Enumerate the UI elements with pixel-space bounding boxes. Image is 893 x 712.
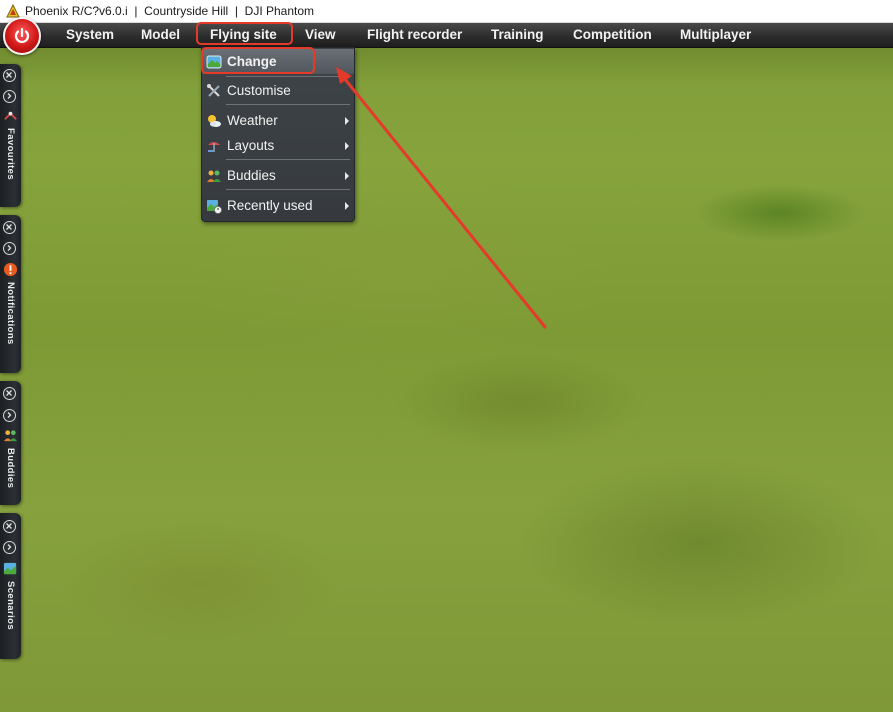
side-panel-favourites[interactable]: Favourites [0, 64, 21, 207]
dropdown-item-customise[interactable]: Customise [202, 78, 354, 103]
submenu-arrow-icon [345, 142, 349, 150]
expand-arrow-icon[interactable] [3, 90, 16, 103]
close-icon[interactable] [3, 69, 16, 82]
dropdown-item-recently-used[interactable]: Recently used [202, 193, 354, 218]
submenu-arrow-icon [345, 172, 349, 180]
dropdown-separator [226, 76, 350, 77]
dropdown-item-weather[interactable]: Weather [202, 108, 354, 133]
dropdown-separator [226, 189, 350, 190]
window-title-bar: Phoenix R/C?v6.0.i | Countryside Hill | … [0, 0, 893, 23]
dropdown-separator [226, 104, 350, 105]
menu-multiplayer[interactable]: Multiplayer [680, 23, 751, 47]
dropdown-separator [226, 159, 350, 160]
close-icon[interactable] [3, 387, 16, 400]
side-panel-notifications[interactable]: Notifications [0, 215, 21, 373]
menu-flight-recorder[interactable]: Flight recorder [367, 23, 462, 47]
scenarios-icon [3, 562, 17, 575]
main-menu-bar: System Model Flying site View Flight rec… [0, 23, 893, 48]
close-icon[interactable] [3, 221, 16, 234]
dropdown-item-label: Customise [227, 83, 291, 98]
submenu-arrow-icon [345, 117, 349, 125]
layouts-icon [208, 142, 220, 152]
dropdown-item-layouts[interactable]: Layouts [202, 133, 354, 158]
recent-icon [207, 200, 222, 214]
tools-icon [207, 84, 220, 97]
submenu-arrow-icon [345, 202, 349, 210]
buddies-icon [3, 430, 18, 442]
expand-arrow-icon[interactable] [3, 541, 16, 554]
menu-training[interactable]: Training [491, 23, 544, 47]
side-panel-label: Buddies [5, 448, 16, 489]
side-panel-scenarios[interactable]: Scenarios [0, 513, 21, 659]
warning-icon [3, 262, 18, 277]
grass-flying-site-view[interactable] [0, 23, 893, 712]
dropdown-item-label: Recently used [227, 198, 313, 213]
flying-site-highlight-box [196, 22, 293, 45]
menu-view[interactable]: View [305, 23, 336, 47]
expand-arrow-icon[interactable] [3, 242, 16, 255]
side-panel-buddies[interactable]: Buddies [0, 381, 21, 505]
menu-competition[interactable]: Competition [573, 23, 652, 47]
weather-icon [208, 115, 221, 127]
change-highlight-box [201, 47, 315, 74]
window-title: Phoenix R/C?v6.0.i | Countryside Hill | … [25, 4, 315, 18]
side-panel-label: Scenarios [5, 581, 16, 631]
close-icon[interactable] [3, 520, 16, 533]
dropdown-item-label: Weather [227, 113, 278, 128]
menu-system[interactable]: System [66, 23, 114, 47]
side-panel-label: Notifications [5, 282, 16, 345]
dropdown-item-label: Layouts [227, 138, 275, 153]
buddies-icon [207, 170, 221, 182]
menu-model[interactable]: Model [141, 23, 180, 47]
power-button[interactable] [3, 17, 41, 55]
dropdown-item-label: Buddies [227, 168, 276, 183]
side-panel-label: Favourites [5, 128, 16, 181]
dropdown-item-buddies[interactable]: Buddies [202, 163, 354, 188]
favourites-icon [4, 111, 17, 120]
expand-arrow-icon[interactable] [3, 409, 16, 422]
power-icon [14, 27, 30, 43]
